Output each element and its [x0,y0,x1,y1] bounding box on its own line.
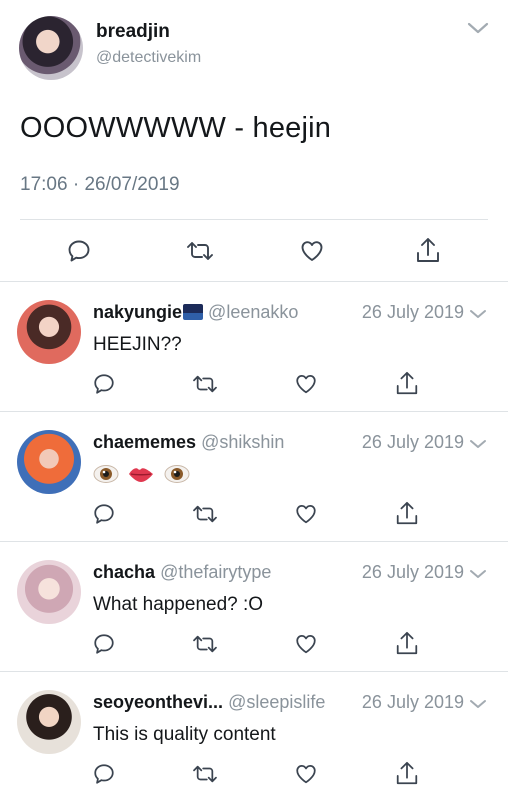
reply-date[interactable]: 26 July 2019 [362,692,464,713]
display-name[interactable]: chaememes [93,432,196,452]
share-icon[interactable] [414,236,442,266]
reply-icon[interactable] [92,632,116,656]
chevron-down-icon[interactable] [465,18,491,38]
user-handle[interactable]: @shikshin [201,432,284,452]
tweet-action-bar [0,370,508,404]
meta-dot: · [72,174,85,195]
eye-emoji [93,464,119,490]
tweet-action-bar [0,760,508,794]
chevron-down-icon[interactable] [468,306,488,322]
user-handle[interactable]: @sleepislife [228,692,325,712]
reply-date[interactable]: 26 July 2019 [362,302,464,323]
reply-date[interactable]: 26 July 2019 [362,562,464,583]
avatar[interactable] [17,430,81,494]
tweet-action-bar [0,500,508,534]
display-name[interactable]: nakyungie [93,302,182,322]
avatar[interactable] [17,690,81,754]
reply-icon[interactable] [66,238,92,264]
tweet-action-bar [0,630,508,664]
heart-icon[interactable] [294,632,318,656]
tweet-thread: breadjin @detectivekim OOOWWWWW - heejin… [0,0,508,800]
retweet-icon[interactable] [191,633,219,655]
reply-emoji-row [93,464,194,490]
reply-tweet[interactable]: chacha @thefairytype 26 July 2019 What h… [0,542,508,672]
tweet-time: 17:06 [20,174,68,195]
reply-date[interactable]: 26 July 2019 [362,432,464,453]
display-name[interactable]: breadjin [96,21,170,43]
chevron-down-icon[interactable] [468,566,488,582]
retweet-icon[interactable] [191,503,219,525]
reply-icon[interactable] [92,762,116,786]
reply-text: What happened? :O [93,594,264,615]
reply-tweet[interactable]: chaememes @shikshin 26 July 2019 [0,412,508,542]
chevron-down-icon[interactable] [468,696,488,712]
chevron-down-icon[interactable] [468,436,488,452]
reply-icon[interactable] [92,502,116,526]
share-icon[interactable] [394,500,420,528]
avatar[interactable] [19,16,83,80]
tweet-action-bar [0,232,508,272]
user-handle[interactable]: @thefairytype [160,562,271,582]
retweet-icon[interactable] [191,763,219,785]
tweet-text: OOOWWWWW - heejin [20,112,332,144]
reply-text: This is quality content [93,724,276,745]
display-name[interactable]: chacha [93,562,155,582]
display-name[interactable]: seoyeonthevi... [93,692,223,712]
tweet-timestamp[interactable]: 17:06 · 26/07/2019 [20,174,180,196]
tweet-date: 26/07/2019 [84,174,180,195]
share-icon[interactable] [394,760,420,788]
share-icon[interactable] [394,370,420,398]
reply-icon[interactable] [92,372,116,396]
divider [20,219,488,220]
lips-emoji [128,464,154,490]
eye-emoji [164,464,190,490]
heart-icon[interactable] [294,502,318,526]
reply-tweet[interactable]: seoyeonthevi... @sleepislife 26 July 201… [0,672,508,800]
share-icon[interactable] [394,630,420,658]
heart-icon[interactable] [299,238,325,264]
heart-icon[interactable] [294,372,318,396]
main-tweet: breadjin @detectivekim OOOWWWWW - heejin… [0,0,508,282]
user-handle[interactable]: @detectivekim [96,49,201,67]
city-night-emoji [183,304,204,320]
user-handle[interactable]: @leenakko [208,302,298,322]
retweet-icon[interactable] [191,373,219,395]
avatar[interactable] [17,300,81,364]
avatar[interactable] [17,560,81,624]
retweet-icon[interactable] [185,239,215,263]
heart-icon[interactable] [294,762,318,786]
reply-text: HEEJIN?? [93,334,182,355]
reply-tweet[interactable]: nakyungie @leenakko 26 July 2019 HEEJIN?… [0,282,508,412]
